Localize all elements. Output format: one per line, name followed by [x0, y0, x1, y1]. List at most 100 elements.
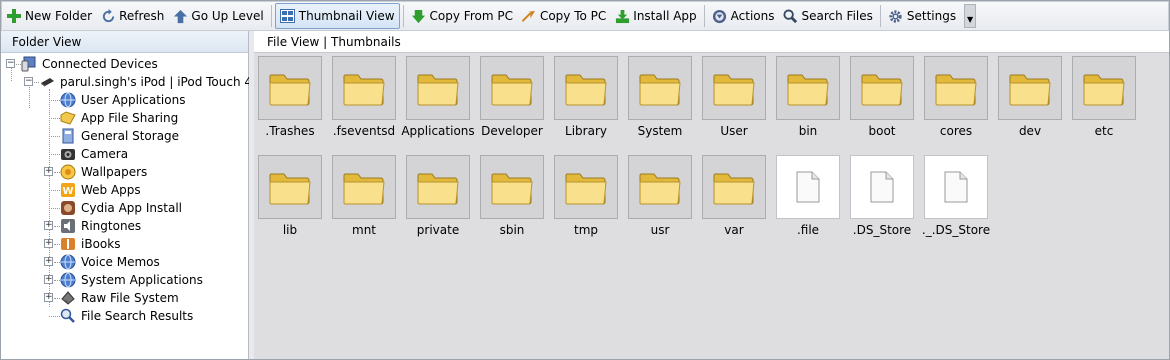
tree-item-file-search-results[interactable]: File Search Results [1, 307, 248, 325]
folder-thumbnail[interactable]: var [702, 155, 768, 237]
tree-item-wallpapers[interactable]: + Wallpapers [1, 163, 248, 181]
thumbnail-caption: tmp [573, 223, 598, 237]
thumbnail-frame [480, 56, 544, 120]
expand-toggle[interactable]: + [44, 293, 53, 302]
tree-item-label: Cydia App Install [81, 201, 182, 215]
magnifier-icon [783, 8, 799, 24]
actions-button[interactable]: Actions [708, 3, 779, 29]
folder-thumbnail[interactable]: usr [628, 155, 694, 237]
folder-icon [564, 68, 608, 108]
file-thumbnail[interactable]: .file [776, 155, 842, 237]
folder-thumbnail[interactable]: sbin [480, 155, 546, 237]
copy-from-pc-button[interactable]: Copy From PC [407, 3, 517, 29]
tree-item-label: User Applications [81, 93, 186, 107]
expand-toggle[interactable]: + [44, 239, 53, 248]
tree-item-voice-memos[interactable]: + Voice Memos [1, 253, 248, 271]
collapse-toggle[interactable]: − [6, 59, 15, 68]
install-app-button[interactable]: Install App [610, 3, 700, 29]
folder-icon [416, 167, 460, 207]
folder-thumbnail[interactable]: tmp [554, 155, 620, 237]
tree-item-label: System Applications [81, 273, 203, 287]
tree-item-general-storage[interactable]: General Storage [1, 127, 248, 145]
folder-thumbnail[interactable]: cores [924, 56, 990, 138]
thumbnail-caption: ._.DS_Store [921, 223, 991, 237]
app-globe-icon [60, 272, 76, 288]
folder-icon [860, 68, 904, 108]
toolbar-separator [703, 5, 705, 27]
tree-item-ringtones[interactable]: + Ringtones [1, 217, 248, 235]
thumbnail-frame [628, 155, 692, 219]
tree-item-label: Voice Memos [81, 255, 160, 269]
collapse-toggle[interactable]: − [24, 77, 33, 86]
tree-item-device[interactable]: − parul.singh's iPod | iPod Touch 4G ( [1, 73, 270, 91]
thumbnail-frame [702, 155, 766, 219]
folder-thumbnail[interactable]: dev [998, 56, 1064, 138]
tree-line [49, 190, 60, 191]
folder-thumbnail[interactable]: private [406, 155, 472, 237]
go-up-level-button[interactable]: Go Up Level [168, 3, 267, 29]
file-thumbnail[interactable]: ._.DS_Store [922, 155, 990, 237]
expand-toggle[interactable]: + [44, 221, 53, 230]
thumbnail-caption: var [724, 223, 744, 237]
folder-thumbnail[interactable]: boot [850, 56, 916, 138]
folder-thumbnail[interactable]: Library [554, 56, 620, 138]
folder-thumbnail[interactable]: System [628, 56, 694, 138]
thumbnail-caption: bin [798, 124, 818, 138]
web-apps-icon: W [60, 182, 76, 198]
file-thumbnail[interactable]: .DS_Store [850, 155, 916, 237]
expand-toggle[interactable]: + [44, 257, 53, 266]
folder-thumbnail[interactable]: mnt [332, 155, 398, 237]
refresh-button[interactable]: Refresh [96, 3, 168, 29]
toolbar: New Folder Refresh Go Up Level Thumbnail… [1, 1, 1169, 31]
plus-icon [6, 8, 22, 24]
thumbnail-caption: .file [796, 223, 820, 237]
toolbar-separator [270, 5, 272, 27]
thumbnail-caption: etc [1094, 124, 1114, 138]
tree-item-web-apps[interactable]: W Web Apps [1, 181, 248, 199]
tree-item-connected-devices[interactable]: − Connected Devices [1, 55, 248, 73]
tree-item-app-file-sharing[interactable]: App File Sharing [1, 109, 248, 127]
devices-icon [21, 56, 37, 72]
expand-toggle[interactable]: + [44, 167, 53, 176]
folder-thumbnail[interactable]: Applications [401, 56, 475, 138]
thumbnail-frame [332, 155, 396, 219]
thumbnail-view-button[interactable]: Thumbnail View [274, 3, 400, 29]
tree-item-system-applications[interactable]: + System Applications [1, 271, 248, 289]
thumbnail-frame [258, 56, 322, 120]
tree-item-raw-file-system[interactable]: + Raw File System [1, 289, 248, 307]
folder-thumbnail[interactable]: .fseventsd [332, 56, 398, 138]
toolbar-overflow-button[interactable]: ▼ [964, 4, 977, 28]
book-icon [60, 236, 76, 252]
tree-item-ibooks[interactable]: + iBooks [1, 235, 248, 253]
folder-icon [342, 167, 386, 207]
folder-icon [268, 167, 312, 207]
storage-icon [60, 128, 76, 144]
thumbnail-caption: Developer [481, 124, 543, 138]
folder-thumbnail[interactable]: .Trashes [258, 56, 324, 138]
file-icon [869, 171, 895, 203]
folder-thumbnail[interactable]: lib [258, 155, 324, 237]
tree-item-cydia-app-install[interactable]: Cydia App Install [1, 199, 248, 217]
svg-text:W: W [62, 186, 73, 197]
folder-thumbnail[interactable]: Developer [480, 56, 546, 138]
file-icon [943, 171, 969, 203]
folder-thumbnail[interactable]: etc [1072, 56, 1138, 138]
actions-icon [712, 8, 728, 24]
search-files-button[interactable]: Search Files [779, 3, 877, 29]
tree-item-label: File Search Results [81, 309, 194, 323]
tree-item-camera[interactable]: Camera [1, 145, 248, 163]
folder-thumbnail[interactable]: User [702, 56, 768, 138]
expand-toggle[interactable]: + [44, 275, 53, 284]
thumbnail-caption: private [416, 223, 460, 237]
thumbnail-frame [406, 155, 470, 219]
thumbnail-caption: Applications [401, 124, 475, 138]
wallpaper-icon [60, 164, 76, 180]
folder-thumbnail[interactable]: bin [776, 56, 842, 138]
tree-item-user-applications[interactable]: User Applications [1, 91, 248, 109]
copy-to-pc-button[interactable]: Copy To PC [517, 3, 610, 29]
folder-view-title: Folder View [1, 31, 248, 53]
search-results-icon [60, 308, 76, 324]
new-folder-button[interactable]: New Folder [2, 3, 96, 29]
settings-button[interactable]: Settings [884, 3, 960, 29]
thumbnail-icon [280, 8, 296, 24]
